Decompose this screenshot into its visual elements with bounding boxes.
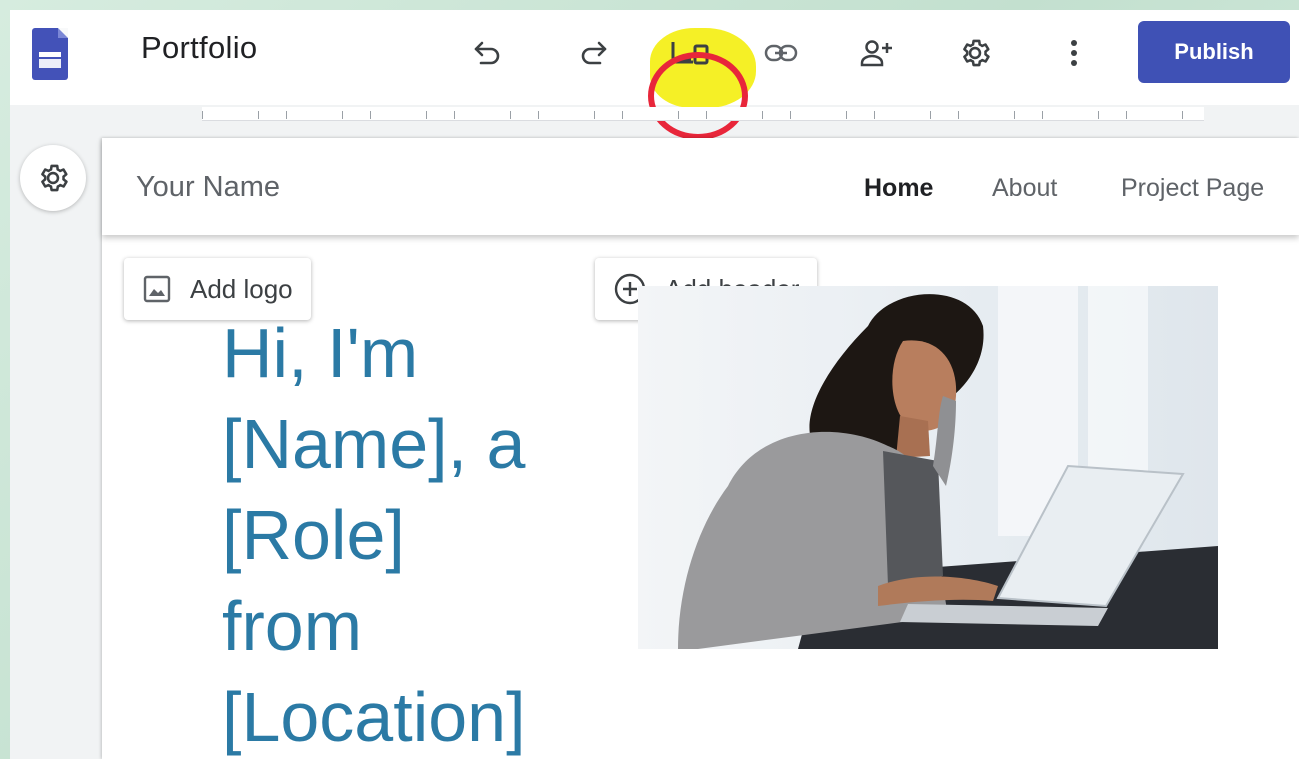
site-title[interactable]: Portfolio [141, 30, 257, 66]
ruler-tick [706, 111, 707, 119]
site-navigation: Your Name Home About Project Page [102, 138, 1299, 235]
ruler-tick [622, 111, 623, 119]
ruler-tick [846, 111, 847, 119]
ruler-tick [538, 111, 539, 119]
ruler-tick [454, 111, 455, 119]
ruler [202, 107, 1204, 121]
ruler-tick [1098, 111, 1099, 119]
toolbar: Portfolio Publish [10, 10, 1299, 140]
site-name[interactable]: Your Name [136, 171, 280, 204]
ruler-tick [426, 111, 427, 119]
ruler-tick [678, 111, 679, 119]
hero-line: Hi, I'm [222, 314, 419, 392]
insert-link-icon[interactable] [760, 32, 802, 74]
page-settings-icon[interactable] [20, 145, 86, 211]
ruler-tick [762, 111, 763, 119]
ruler-tick [370, 111, 371, 119]
share-with-others-icon[interactable] [856, 32, 898, 74]
hero-heading[interactable]: Hi, I'm [Name], a [Role] from [Location] [222, 308, 642, 759]
undo-icon[interactable] [467, 32, 509, 74]
ruler-tick [510, 111, 511, 119]
ruler-tick [342, 111, 343, 119]
sites-editor: Portfolio Publish Your Name Home About P… [10, 10, 1299, 759]
hero-line: [Name], a [222, 405, 526, 483]
ruler-tick [874, 111, 875, 119]
ruler-tick [202, 111, 203, 119]
ruler-tick [1182, 111, 1183, 119]
nav-link-project-page[interactable]: Project Page [1121, 174, 1264, 203]
hero-line: [Role] [222, 496, 405, 574]
ruler-tick [258, 111, 259, 119]
more-options-icon[interactable] [1053, 32, 1095, 74]
ruler-tick [958, 111, 959, 119]
settings-icon[interactable] [954, 32, 996, 74]
ruler-tick [930, 111, 931, 119]
page-canvas: Your Name Home About Project Page Add lo… [102, 138, 1299, 759]
hero-line: from [222, 587, 362, 665]
nav-link-home[interactable]: Home [864, 174, 933, 203]
publish-button[interactable]: Publish [1138, 21, 1290, 83]
add-logo-label: Add logo [190, 273, 293, 304]
redo-icon[interactable] [572, 32, 614, 74]
red-circle-annotation [648, 52, 748, 140]
google-sites-logo-icon[interactable] [32, 28, 68, 80]
hero-image-woman-with-laptop[interactable] [638, 286, 1218, 649]
ruler-tick [594, 111, 595, 119]
ruler-tick [1126, 111, 1127, 119]
image-icon [143, 275, 171, 303]
ruler-tick [1042, 111, 1043, 119]
nav-link-about[interactable]: About [992, 174, 1057, 203]
ruler-tick [790, 111, 791, 119]
ruler-tick [286, 111, 287, 119]
ruler-tick [1014, 111, 1015, 119]
hero-line: [Location] [222, 678, 526, 756]
